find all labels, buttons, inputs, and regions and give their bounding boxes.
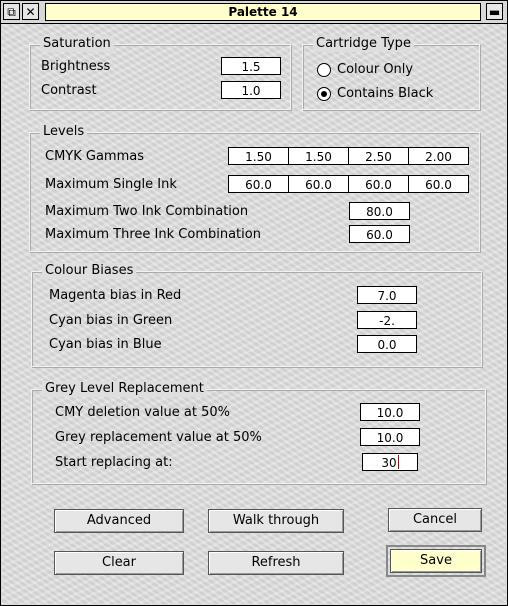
cyan-bias-green-label: Cyan bias in Green: [49, 313, 173, 328]
gamma-y-field[interactable]: 2.50: [348, 147, 409, 165]
contrast-label: Contrast: [41, 83, 97, 98]
cyan-bias-blue-label: Cyan bias in Blue: [49, 337, 162, 352]
brightness-field[interactable]: 1.5: [221, 57, 281, 75]
refresh-button[interactable]: Refresh: [208, 551, 344, 575]
max-single-ink-label: Maximum Single Ink: [45, 177, 177, 192]
text-caret: [397, 455, 399, 469]
walk-through-button[interactable]: Walk through: [208, 509, 344, 533]
radio-colour-only-indicator[interactable]: [317, 62, 331, 77]
gamma-c-field[interactable]: 1.50: [228, 147, 289, 165]
back-icon[interactable]: ⧉: [3, 3, 20, 20]
close-icon[interactable]: ✕: [22, 3, 39, 20]
start-replacing-label: Start replacing at:: [55, 455, 173, 470]
dialog-body: Saturation Brightness 1.5 Contrast 1.0 C…: [2, 24, 506, 604]
cmy-deletion-field[interactable]: 10.0: [360, 403, 420, 421]
single-ink-k-field[interactable]: 60.0: [408, 175, 469, 193]
gamma-k-field[interactable]: 2.00: [408, 147, 469, 165]
gamma-m-field[interactable]: 1.50: [288, 147, 349, 165]
radio-contains-black-indicator[interactable]: [317, 86, 331, 101]
saturation-group: Saturation Brightness 1.5 Contrast 1.0: [29, 36, 291, 110]
grey-level-replacement-group: Grey Level Replacement CMY deletion valu…: [31, 381, 486, 484]
window-title: Palette 14: [45, 3, 481, 21]
toggle-size-icon[interactable]: ▬: [486, 3, 503, 20]
brightness-label: Brightness: [41, 59, 111, 74]
grey-replacement-label: Grey replacement value at 50%: [55, 430, 262, 445]
max-two-ink-label: Maximum Two Ink Combination: [45, 204, 249, 219]
cancel-button[interactable]: Cancel: [388, 508, 482, 532]
cartridge-type-group-label: Cartridge Type: [313, 36, 414, 52]
colour-biases-group: Colour Biases Magenta bias in Red 7.0 Cy…: [31, 263, 482, 367]
grey-replacement-field[interactable]: 10.0: [360, 428, 420, 446]
levels-group-label: Levels: [40, 124, 88, 140]
palette-window: ⧉ ✕ Palette 14 ▬ Saturation Brightness 1…: [0, 0, 508, 606]
single-ink-c-field[interactable]: 60.0: [228, 175, 289, 193]
start-replacing-field[interactable]: 30: [362, 453, 418, 471]
grey-level-replacement-group-label: Grey Level Replacement: [42, 381, 207, 397]
magenta-bias-red-field[interactable]: 7.0: [357, 286, 417, 304]
advanced-button[interactable]: Advanced: [54, 509, 184, 533]
cyan-bias-green-field[interactable]: -2.: [357, 311, 417, 329]
saturation-group-label: Saturation: [40, 36, 114, 52]
cartridge-type-group: Cartridge Type Colour Only Contains Blac…: [302, 36, 480, 110]
colour-biases-group-label: Colour Biases: [42, 263, 137, 279]
max-two-ink-field[interactable]: 80.0: [349, 202, 410, 220]
contrast-field[interactable]: 1.0: [221, 81, 281, 99]
cmyk-gammas-label: CMYK Gammas: [45, 149, 144, 164]
cmy-deletion-label: CMY deletion value at 50%: [55, 405, 230, 420]
save-button[interactable]: Save: [386, 545, 486, 577]
radio-contains-black-label: Contains Black: [337, 86, 434, 101]
start-replacing-value: 30: [381, 456, 397, 470]
cyan-bias-blue-field[interactable]: 0.0: [357, 335, 417, 353]
max-three-ink-field[interactable]: 60.0: [349, 225, 410, 243]
radio-colour-only-label: Colour Only: [337, 62, 414, 77]
radio-contains-black[interactable]: Contains Black: [317, 86, 433, 101]
title-bar[interactable]: ⧉ ✕ Palette 14 ▬: [1, 1, 507, 24]
max-three-ink-label: Maximum Three Ink Combination: [45, 227, 261, 242]
magenta-bias-red-label: Magenta bias in Red: [49, 288, 182, 303]
levels-group: Levels CMYK Gammas 1.50 1.50 2.50 2.00 M…: [29, 124, 480, 252]
single-ink-y-field[interactable]: 60.0: [348, 175, 409, 193]
clear-button[interactable]: Clear: [54, 551, 184, 575]
radio-colour-only[interactable]: Colour Only: [317, 62, 413, 77]
single-ink-m-field[interactable]: 60.0: [288, 175, 349, 193]
